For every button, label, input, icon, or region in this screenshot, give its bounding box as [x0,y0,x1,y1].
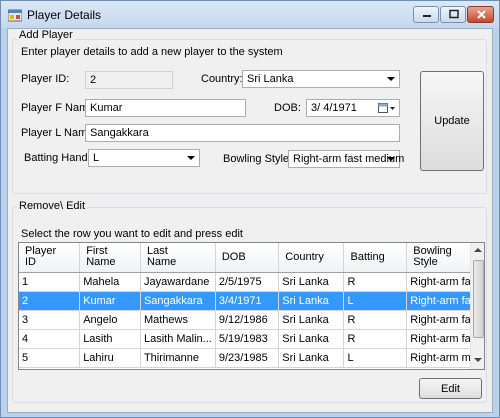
update-button[interactable]: Update [420,71,484,171]
batting-hand-label: Batting Hand: [24,152,91,164]
close-icon [477,10,486,19]
bowling-style-dropdown[interactable]: Right-arm fast medium [288,150,404,168]
column-header-batting[interactable]: Batting [343,243,408,273]
cell-dob[interactable]: 3/4/1971 [215,291,280,311]
column-header-first-name[interactable]: First Name [79,243,141,273]
cell-first-name[interactable]: Kumar [79,291,141,311]
dob-value: 3/ 4/1971 [311,102,357,114]
cell-player-id[interactable]: 5 [19,348,81,368]
cell-last-name[interactable]: Jayawardane [140,272,216,292]
maximize-button[interactable] [440,6,466,23]
player-id-label: Player ID: [21,73,70,85]
table-row[interactable]: 1 Mahela Jayawardane 2/5/1975 Sri Lanka … [19,272,484,292]
players-grid[interactable]: Player ID First Name Last Name DOB Country … [18,242,485,370]
cell-dob[interactable]: 9/23/1985 [215,348,280,368]
chevron-down-icon [187,156,195,160]
column-header-last-name[interactable]: Last Name [140,243,216,273]
batting-hand-value: L [93,152,100,164]
cell-dob[interactable]: 5/19/1983 [215,329,280,349]
edit-button-label: Edit [441,382,460,395]
maximize-icon [449,9,459,19]
remove-edit-instruction: Select the row you want to edit and pres… [21,228,243,240]
country-label: Country: [201,73,243,85]
player-id-value: 2 [90,74,97,86]
cell-first-name[interactable]: Mahela [79,272,141,292]
cell-dob[interactable]: 9/12/1986 [215,310,280,330]
vertical-scrollbar[interactable] [470,243,484,369]
cell-batting[interactable]: R [343,272,408,292]
add-player-instruction: Enter player details to add a new player… [21,46,283,58]
scrollbar-thumb[interactable] [473,260,484,338]
minimize-icon [423,15,431,17]
cell-dob[interactable]: 2/5/1975 [215,272,280,292]
scroll-up-icon[interactable] [474,248,482,252]
scroll-down-icon[interactable] [474,358,482,362]
table-row-selected[interactable]: 2 Kumar Sangakkara 3/4/1971 Sri Lanka L … [19,291,484,311]
cell-last-name[interactable]: Sangakkara [140,291,216,311]
minimize-button[interactable] [413,6,439,23]
last-name-value: Sangakkara [90,127,149,139]
add-player-group-title: Add Player [17,29,75,41]
table-row[interactable]: 4 Lasith Lasith Malin... 5/19/1983 Sri L… [19,329,484,349]
close-button[interactable] [467,6,494,23]
table-row[interactable]: 5 Lahiru Thirimanne 9/23/1985 Sri Lanka … [19,348,484,368]
column-header-dob[interactable]: DOB [215,243,280,273]
cell-player-id[interactable]: 4 [19,329,81,349]
cell-country[interactable]: Sri Lanka [278,348,345,368]
last-name-field[interactable]: Sangakkara [85,124,400,142]
remove-edit-group-title: Remove\ Edit [17,200,88,212]
country-dropdown[interactable]: Sri Lanka [242,70,400,88]
calendar-icon[interactable] [378,102,396,114]
cell-country[interactable]: Sri Lanka [278,310,345,330]
title-bar[interactable]: Player Details [1,1,499,29]
column-header-country[interactable]: Country [278,243,345,273]
dob-label: DOB: [274,102,301,114]
chevron-down-icon [387,77,395,81]
update-button-label: Update [434,115,470,127]
column-header-player-id[interactable]: Player ID [19,243,81,273]
table-row[interactable]: 3 Angelo Mathews 9/12/1986 Sri Lanka R R… [19,310,484,330]
cell-first-name[interactable]: Angelo [79,310,141,330]
bowling-style-label: Bowling Style : [223,153,296,165]
first-name-value: Kumar [90,102,123,114]
cell-batting[interactable]: L [343,348,408,368]
chevron-down-icon [387,157,395,161]
cell-batting[interactable]: L [343,291,408,311]
cell-last-name[interactable]: Mathews [140,310,216,330]
cell-country[interactable]: Sri Lanka [278,291,345,311]
cell-last-name[interactable]: Lasith Malin... [140,329,216,349]
cell-batting[interactable]: R [343,329,408,349]
cell-last-name[interactable]: Thirimanne [140,348,216,368]
cell-player-id[interactable]: 1 [19,272,81,292]
add-player-group [12,39,487,194]
cell-country[interactable]: Sri Lanka [278,329,345,349]
cell-player-id[interactable]: 3 [19,310,81,330]
player-details-window: Player Details Add Player Enter player d… [0,0,500,418]
cell-country[interactable]: Sri Lanka [278,272,345,292]
batting-hand-dropdown[interactable]: L [88,149,200,167]
cell-batting[interactable]: R [343,310,408,330]
window-title: Player Details [27,8,102,22]
header-row: Player ID First Name Last Name DOB Country … [19,243,484,273]
player-id-field: 2 [85,71,173,89]
cell-first-name[interactable]: Lahiru [79,348,141,368]
country-value: Sri Lanka [247,73,294,85]
dob-date-picker[interactable]: 3/ 4/1971 [306,99,400,117]
app-icon [8,9,22,22]
edit-button[interactable]: Edit [419,378,482,399]
players-table: Player ID First Name Last Name DOB Country … [19,243,484,368]
cell-player-id[interactable]: 2 [19,291,81,311]
first-name-field[interactable]: Kumar [85,99,246,117]
cell-first-name[interactable]: Lasith [79,329,141,349]
